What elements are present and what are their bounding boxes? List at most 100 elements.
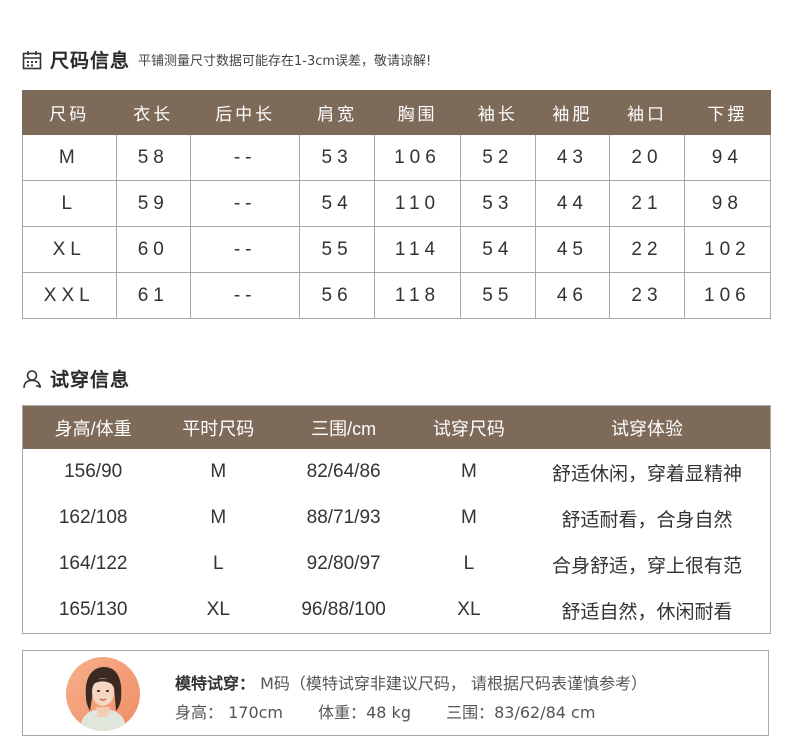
- fit-table-cell: 合身舒适，穿上很有范: [551, 555, 742, 577]
- size-table-cell: --: [190, 180, 301, 227]
- fit-table-cell: M: [461, 507, 477, 528]
- fit-table-cell: XL: [206, 599, 230, 620]
- fit-table-header-cell: 身高/体重: [22, 405, 164, 449]
- fit-table-cell: 92/80/97: [306, 553, 381, 574]
- size-table-cell: 23: [609, 272, 685, 319]
- size-table-cell: 61: [115, 272, 192, 319]
- fit-table-header-cell: 试穿尺码: [413, 405, 524, 449]
- fit-table-row: 165/130 XL 96/88/100 XL 舒适自然，休闲耐看: [23, 587, 771, 634]
- fit-table-cell: 舒适耐看，合身自然: [561, 509, 733, 531]
- model-weight: 体重：48 kg: [318, 703, 411, 722]
- size-table-cell: 58: [115, 134, 192, 181]
- size-table-cell: 106: [683, 272, 772, 319]
- size-table-cell: 22: [609, 226, 685, 273]
- size-table-header-cell: 后中长: [190, 90, 301, 135]
- fit-table-header-row: 身高/体重 平时尺码 三围/cm 试穿尺码 试穿体验: [22, 405, 771, 449]
- size-table-cell: 46: [534, 272, 611, 319]
- fit-table-cell: L: [463, 553, 475, 574]
- fit-table-cell: 96/88/100: [301, 599, 386, 620]
- size-table-header-cell: 胸围: [373, 90, 462, 135]
- fit-table-row: 164/122 L 92/80/97 L 合身舒适，穿上很有范: [23, 541, 771, 587]
- size-table-cell: 54: [460, 226, 536, 273]
- size-table-cell: 53: [460, 180, 536, 227]
- size-table-header-row: 尺码 衣长 后中长 肩宽 胸围 袖长 袖肥 袖口 下摆: [22, 90, 772, 135]
- size-table-cell: L: [22, 180, 117, 227]
- size-table-header-cell: 袖口: [609, 90, 685, 135]
- size-table-cell: XL: [22, 226, 117, 273]
- size-table-cell: M: [22, 134, 117, 181]
- size-table-header-cell: 衣长: [115, 90, 192, 135]
- size-table-cell: 114: [373, 226, 462, 273]
- fit-table-row: 156/90 M 82/64/86 M 舒适休闲，穿着显精神: [23, 449, 771, 495]
- size-table-cell: 55: [460, 272, 536, 319]
- fit-table-cell: L: [213, 553, 224, 574]
- model-measurements: 身高： 170cm 体重：48 kg 三围：83/62/84 cm: [175, 699, 625, 723]
- size-table-header-cell: 尺码: [22, 90, 117, 135]
- ruler-grid-icon: [22, 50, 42, 70]
- size-table-cell: 102: [683, 226, 772, 273]
- fit-table-cell: XL: [457, 599, 481, 620]
- model-avatar: [66, 657, 140, 731]
- fit-table-cell: M: [210, 461, 227, 482]
- size-table-cell: 45: [534, 226, 611, 273]
- model-bust: 三围：83/62/84 cm: [446, 703, 596, 722]
- fit-table-cell: 舒适休闲，穿着显精神: [551, 463, 742, 485]
- size-info-heading: 尺码信息 平铺测量尺寸数据可能存在1-3cm误差，敬请谅解!: [22, 46, 431, 73]
- size-info-title: 尺码信息: [50, 50, 131, 72]
- fit-table-header-cell: 三围/cm: [273, 405, 414, 449]
- size-table-cell: 110: [373, 180, 462, 227]
- size-table-header-cell: 袖长: [460, 90, 536, 135]
- size-table-cell: 44: [534, 180, 611, 227]
- fit-table-cell: 164/122: [58, 553, 128, 574]
- fit-table-cell: M: [461, 461, 477, 482]
- person-icon: [22, 369, 42, 389]
- size-table-row: XXL 61 -- 56 118 55 46 23 106: [22, 272, 772, 319]
- model-fit-label: 模特试穿：: [175, 674, 256, 693]
- size-table: 尺码 衣长 后中长 肩宽 胸围 袖长 袖肥 袖口 下摆 M 58 -- 53 106 52 43 20 94 L 5…: [22, 90, 772, 319]
- size-table-cell: 94: [683, 134, 772, 181]
- size-table-cell: 43: [534, 134, 611, 181]
- model-info-box: 模特试穿： M码（模特试穿非建议尺码， 请根据尺码表谨慎参考） 身高： 170c…: [22, 650, 769, 736]
- fit-table-cell: 162/108: [58, 507, 128, 528]
- size-table-cell: 21: [609, 180, 685, 227]
- fit-table-header-cell: 试穿体验: [523, 405, 771, 449]
- size-table-cell: 59: [115, 180, 192, 227]
- size-table-cell: 54: [299, 180, 375, 227]
- size-table-body: M 58 -- 53 106 52 43 20 94 L 59 -- 54 110 53 44 21 98 XL 60…: [22, 134, 772, 319]
- model-fit-text: M码（模特试穿非建议尺码， 请根据尺码表谨慎参考）: [255, 674, 647, 693]
- fit-table-body: 156/90 M 82/64/86 M 舒适休闲，穿着显精神 162/108 M 88/71/…: [23, 449, 771, 634]
- fit-table-cell: 舒适自然，休闲耐看: [561, 601, 733, 623]
- size-table-cell: 118: [373, 272, 462, 319]
- fit-table: 身高/体重 平时尺码 三围/cm 试穿尺码 试穿体验 156/90 M 82/64/86 M 舒…: [22, 405, 771, 634]
- fit-table-cell: 156/90: [64, 461, 123, 482]
- size-table-cell: 60: [115, 226, 192, 273]
- size-table-cell: --: [190, 134, 301, 181]
- size-table-row: XL 60 -- 55 114 54 45 22 102: [22, 226, 772, 273]
- size-table-row: M 58 -- 53 106 52 43 20 94: [22, 134, 772, 181]
- size-table-cell: 55: [299, 226, 375, 273]
- fit-info-heading: 试穿信息: [22, 365, 130, 392]
- fit-table-cell: 82/64/86: [306, 461, 381, 482]
- size-table-cell: 53: [299, 134, 375, 181]
- size-table-cell: 98: [683, 180, 772, 227]
- size-table-cell: 56: [299, 272, 375, 319]
- fit-table-cell: 165/130: [58, 599, 128, 620]
- size-table-header-cell: 袖肥: [534, 90, 611, 135]
- size-table-header-cell: 肩宽: [299, 90, 375, 135]
- size-table-row: L 59 -- 54 110 53 44 21 98: [22, 180, 772, 227]
- fit-table-cell: M: [210, 507, 227, 528]
- model-fit-line: 模特试穿： M码（模特试穿非建议尺码， 请根据尺码表谨慎参考）: [175, 670, 647, 694]
- size-table-cell: XXL: [22, 272, 117, 319]
- model-height: 身高： 170cm: [175, 703, 284, 722]
- size-table-cell: 106: [373, 134, 462, 181]
- fit-table-row: 162/108 M 88/71/93 M 舒适耐看，合身自然: [23, 495, 771, 541]
- fit-info-title: 试穿信息: [50, 369, 131, 391]
- fit-table-cell: 88/71/93: [306, 507, 381, 528]
- size-table-header-cell: 下摆: [683, 90, 772, 135]
- size-table-cell: 52: [460, 134, 536, 181]
- fit-table-header-cell: 平时尺码: [163, 405, 274, 449]
- measurement-note: 平铺测量尺寸数据可能存在1-3cm误差，敬请谅解!: [138, 54, 432, 69]
- size-table-cell: --: [190, 272, 301, 319]
- size-table-cell: --: [190, 226, 301, 273]
- size-table-cell: 20: [609, 134, 685, 181]
